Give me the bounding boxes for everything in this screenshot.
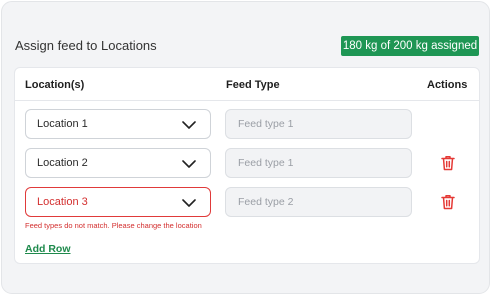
location-select-value: Location 2 xyxy=(37,157,88,169)
assigned-status-badge: 180 kg of 200 kg assigned xyxy=(341,36,479,56)
location-select-value: Location 3 xyxy=(37,196,88,208)
chevron-down-icon xyxy=(182,199,196,207)
location-select[interactable]: Location 2 xyxy=(25,148,211,178)
locations-table: Location(s) Feed Type Actions Location 1… xyxy=(14,67,480,264)
chevron-down-icon xyxy=(182,160,196,168)
column-header-feed-type: Feed Type xyxy=(226,79,280,91)
feed-type-field: Feed type 1 xyxy=(225,109,412,139)
location-select-value: Location 1 xyxy=(37,118,88,130)
chevron-down-icon xyxy=(182,121,196,129)
trash-icon[interactable] xyxy=(441,194,455,210)
table-row: Location 3 Feed type 2 xyxy=(15,187,479,217)
add-row-link[interactable]: Add Row xyxy=(25,243,71,255)
panel-title: Assign feed to Locations xyxy=(15,38,157,53)
feed-type-value: Feed type 1 xyxy=(238,157,294,169)
table-row: Location 1 Feed type 1 xyxy=(15,109,479,139)
location-select[interactable]: Location 1 xyxy=(25,109,211,139)
table-header: Location(s) Feed Type Actions xyxy=(15,68,479,101)
trash-icon[interactable] xyxy=(441,155,455,171)
table-row: Location 2 Feed type 1 xyxy=(15,148,479,178)
feed-type-field: Feed type 1 xyxy=(225,148,412,178)
feed-type-value: Feed type 2 xyxy=(238,196,294,208)
assign-feed-panel: Assign feed to Locations 180 kg of 200 k… xyxy=(1,1,490,294)
validation-error-message: Feed types do not match. Please change t… xyxy=(25,221,202,230)
location-select[interactable]: Location 3 xyxy=(25,187,211,217)
feed-type-field: Feed type 2 xyxy=(225,187,412,217)
column-header-actions: Actions xyxy=(427,79,468,91)
column-header-locations: Location(s) xyxy=(25,79,85,91)
feed-type-value: Feed type 1 xyxy=(238,118,294,130)
